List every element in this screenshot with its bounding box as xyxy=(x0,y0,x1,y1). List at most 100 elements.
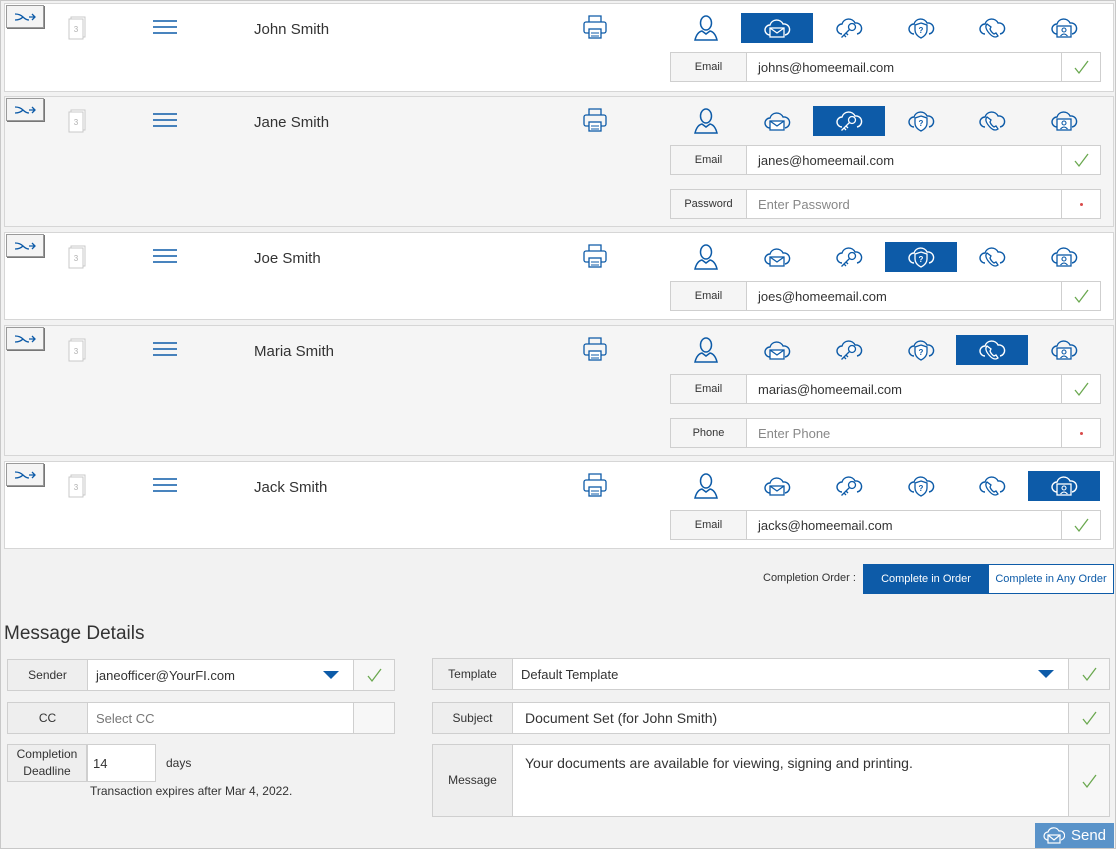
cloud-phone-auth-button[interactable] xyxy=(956,471,1028,501)
email-input[interactable]: marias@homeemail.com xyxy=(747,375,1061,403)
cloud-phone-auth-button[interactable] xyxy=(956,106,1028,136)
cloud-envelope-icon xyxy=(763,245,791,269)
checkmark-icon xyxy=(1082,774,1097,788)
cloud-id-card-icon xyxy=(1050,337,1078,363)
cloud-key-icon xyxy=(835,473,863,499)
checkmark-icon xyxy=(1074,289,1089,304)
sender-label: Sender xyxy=(8,660,88,690)
chevron-down-icon[interactable] xyxy=(1038,670,1054,678)
phone-input[interactable] xyxy=(747,419,1061,447)
drag-handle-icon[interactable] xyxy=(152,19,178,35)
email-label: Email xyxy=(671,375,747,403)
subject-input[interactable] xyxy=(513,703,1068,733)
shield-question-icon: ? xyxy=(907,108,935,134)
user-auth-button[interactable] xyxy=(670,13,742,43)
cloud-id-card-auth-button[interactable] xyxy=(1028,242,1100,272)
printer-icon[interactable] xyxy=(582,472,608,498)
cloud-id-card-auth-button[interactable] xyxy=(1028,335,1100,365)
drag-handle-icon[interactable] xyxy=(152,248,178,264)
svg-text:?: ? xyxy=(919,484,924,493)
user-icon xyxy=(693,472,719,500)
route-button[interactable] xyxy=(6,5,44,28)
document-count-icon[interactable] xyxy=(67,336,89,364)
route-arrow-icon xyxy=(13,10,37,24)
printer-icon[interactable] xyxy=(582,107,608,133)
route-button[interactable] xyxy=(6,463,44,486)
completion-deadline-label: Completion Deadline xyxy=(7,744,87,782)
document-count-icon[interactable] xyxy=(67,243,89,271)
completion-deadline-input[interactable] xyxy=(87,744,156,782)
cloud-phone-auth-button[interactable] xyxy=(956,335,1028,365)
email-label: Email xyxy=(671,282,747,310)
route-button[interactable] xyxy=(6,234,44,257)
cloud-id-card-auth-button[interactable] xyxy=(1028,13,1100,43)
checkmark-icon xyxy=(1074,60,1089,75)
route-arrow-icon xyxy=(13,239,37,253)
drag-handle-icon[interactable] xyxy=(152,341,178,357)
email-input[interactable]: joes@homeemail.com xyxy=(747,282,1061,310)
completion-order-label: Completion Order : xyxy=(763,572,856,584)
shield-question-auth-button[interactable]: ? xyxy=(885,471,957,501)
cloud-key-auth-button[interactable] xyxy=(813,335,885,365)
cloud-key-icon xyxy=(835,15,863,41)
chevron-down-icon[interactable] xyxy=(323,671,339,679)
document-count-icon[interactable] xyxy=(67,14,89,42)
cloud-envelope-auth-button[interactable] xyxy=(741,335,813,365)
cloud-envelope-auth-button[interactable] xyxy=(741,13,813,43)
message-textarea[interactable]: Your documents are available for viewing… xyxy=(513,745,1068,816)
cloud-phone-auth-button[interactable] xyxy=(956,242,1028,272)
template-select[interactable]: Default Template xyxy=(513,659,1068,689)
printer-icon[interactable] xyxy=(582,336,608,362)
checkmark-icon xyxy=(1074,153,1089,168)
document-count-icon[interactable] xyxy=(67,472,89,500)
shield-question-auth-button[interactable]: ? xyxy=(885,242,957,272)
route-button[interactable] xyxy=(6,98,44,121)
email-input[interactable]: johns@homeemail.com xyxy=(747,53,1061,81)
shield-question-auth-button[interactable]: ? xyxy=(885,13,957,43)
cloud-id-card-auth-button[interactable] xyxy=(1028,106,1100,136)
document-count-icon[interactable] xyxy=(67,107,89,135)
cloud-envelope-icon xyxy=(763,338,791,362)
route-button[interactable] xyxy=(6,327,44,350)
field-status xyxy=(1061,53,1100,81)
user-auth-button[interactable] xyxy=(670,335,742,365)
printer-icon[interactable] xyxy=(582,243,608,269)
email-input[interactable]: janes@homeemail.com xyxy=(747,146,1061,174)
complete-in-order-button[interactable]: Complete in Order xyxy=(863,564,989,594)
drag-handle-icon[interactable] xyxy=(152,112,178,128)
cloud-envelope-auth-button[interactable] xyxy=(741,242,813,272)
cloud-key-auth-button[interactable] xyxy=(813,242,885,272)
sender-select[interactable]: janeofficer@YourFI.com xyxy=(88,660,353,690)
cloud-key-auth-button[interactable] xyxy=(813,471,885,501)
password-input[interactable] xyxy=(747,190,1061,218)
shield-question-auth-button[interactable]: ? xyxy=(885,106,957,136)
cloud-key-icon xyxy=(835,108,863,134)
drag-handle-icon[interactable] xyxy=(152,477,178,493)
email-field-row: Email janes@homeemail.com xyxy=(670,145,1101,175)
email-input[interactable]: jacks@homeemail.com xyxy=(747,511,1061,539)
user-auth-button[interactable] xyxy=(670,471,742,501)
cloud-key-auth-button[interactable] xyxy=(813,13,885,43)
cloud-id-card-icon xyxy=(1050,473,1078,499)
user-icon xyxy=(693,336,719,364)
user-auth-button[interactable] xyxy=(670,242,742,272)
cc-status xyxy=(353,703,394,733)
cloud-phone-icon xyxy=(978,473,1006,499)
cloud-envelope-icon xyxy=(763,474,791,498)
cc-input[interactable] xyxy=(88,703,353,733)
svg-text:?: ? xyxy=(919,26,924,35)
send-button[interactable]: Send xyxy=(1035,823,1114,848)
cloud-id-card-auth-button[interactable] xyxy=(1028,471,1100,501)
complete-in-any-order-button[interactable]: Complete in Any Order xyxy=(988,564,1114,594)
shield-question-auth-button[interactable]: ? xyxy=(885,335,957,365)
user-auth-button[interactable] xyxy=(670,106,742,136)
cloud-key-auth-button[interactable] xyxy=(813,106,885,136)
cloud-phone-auth-button[interactable] xyxy=(956,13,1028,43)
cloud-envelope-icon xyxy=(763,16,791,40)
printer-icon[interactable] xyxy=(582,14,608,40)
cloud-envelope-icon xyxy=(763,109,791,133)
checkmark-icon xyxy=(1074,382,1089,397)
cloud-id-card-icon xyxy=(1050,108,1078,134)
cloud-envelope-auth-button[interactable] xyxy=(741,106,813,136)
cloud-envelope-auth-button[interactable] xyxy=(741,471,813,501)
